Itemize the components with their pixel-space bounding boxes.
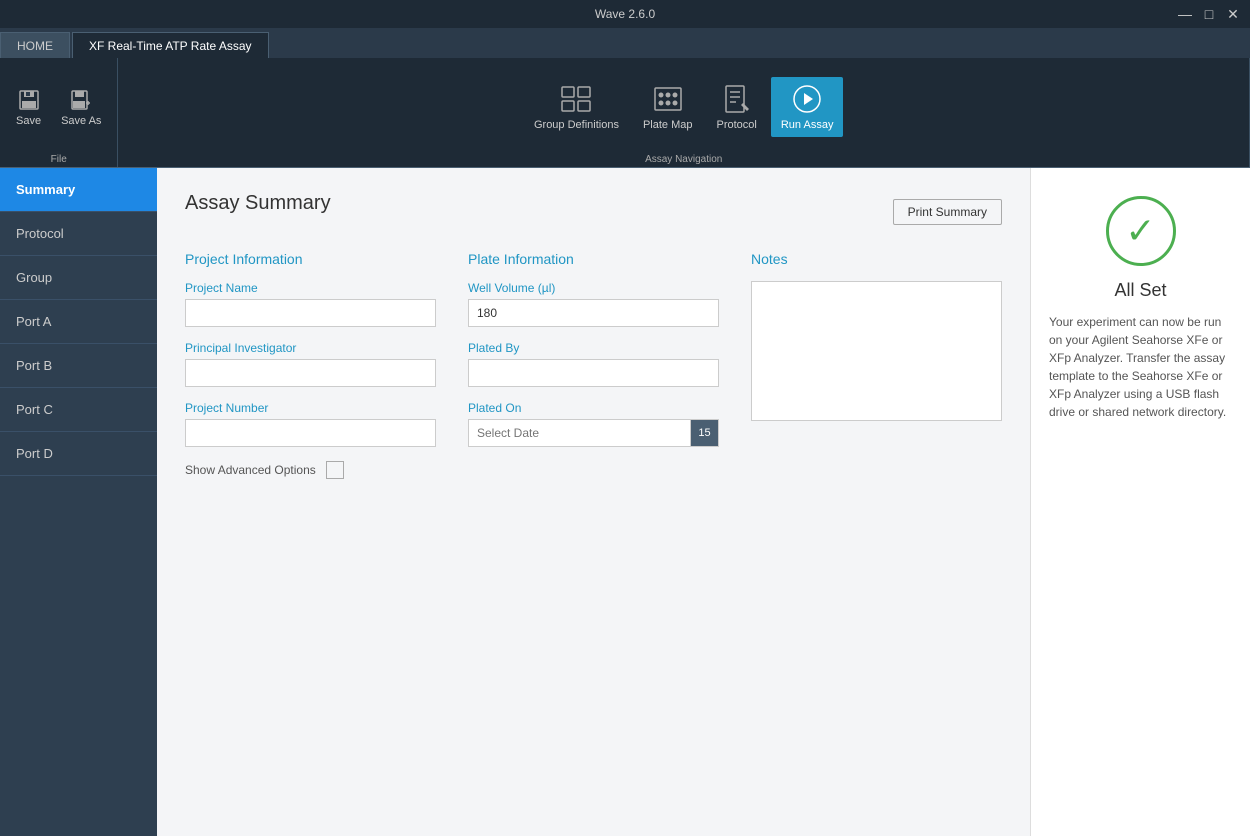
plated-by-field: Plated By <box>468 341 719 387</box>
project-info-section: Project Information Project Name Princip… <box>185 251 436 479</box>
page-title: Assay Summary <box>185 192 331 215</box>
plated-on-field: Plated On 15 <box>468 401 719 447</box>
principal-investigator-input[interactable] <box>185 359 436 387</box>
checkmark-icon: ✓ <box>1125 213 1155 249</box>
principal-investigator-label: Principal Investigator <box>185 341 436 355</box>
sidebar-item-summary[interactable]: Summary <box>0 168 157 212</box>
plate-info-section: Plate Information Well Volume (µl) Plate… <box>468 251 719 479</box>
save-icon <box>17 88 41 112</box>
all-set-description: Your experiment can now be run on your A… <box>1049 313 1232 421</box>
calendar-icon: 15 <box>698 427 710 439</box>
save-as-button[interactable]: Save As <box>53 84 109 131</box>
plate-map-button[interactable]: Plate Map <box>633 77 703 137</box>
ribbon-assay-nav-items: Group Definitions Plate Map <box>524 64 843 150</box>
advanced-options-checkbox[interactable] <box>326 461 344 479</box>
well-volume-field: Well Volume (µl) <box>468 281 719 327</box>
minimize-button[interactable]: — <box>1176 5 1194 23</box>
tab-xf-assay[interactable]: XF Real-Time ATP Rate Assay <box>72 32 269 58</box>
title-bar: Wave 2.6.0 — □ ✕ <box>0 0 1250 28</box>
ribbon-file-label: File <box>51 150 67 165</box>
assay-header: Assay Summary Print Summary <box>185 192 1002 231</box>
project-number-field: Project Number <box>185 401 436 447</box>
project-info-title: Project Information <box>185 251 436 267</box>
main-layout: Summary Protocol Group Port A Port B Por… <box>0 168 1250 836</box>
sections-row: Project Information Project Name Princip… <box>185 251 1002 479</box>
group-definitions-icon <box>560 83 592 115</box>
calendar-button[interactable]: 15 <box>691 419 719 447</box>
project-name-label: Project Name <box>185 281 436 295</box>
group-definitions-button[interactable]: Group Definitions <box>524 77 629 137</box>
project-name-field: Project Name <box>185 281 436 327</box>
well-volume-label: Well Volume (µl) <box>468 281 719 295</box>
sidebar-item-port-d[interactable]: Port D <box>0 432 157 476</box>
ribbon-assay-nav-group: Group Definitions Plate Map <box>118 58 1250 167</box>
app-title: Wave 2.6.0 <box>595 7 655 21</box>
plate-info-title: Plate Information <box>468 251 719 267</box>
maximize-button[interactable]: □ <box>1200 5 1218 23</box>
well-volume-input[interactable] <box>468 299 719 327</box>
advanced-options-row: Show Advanced Options <box>185 461 436 479</box>
protocol-button[interactable]: Protocol <box>707 77 767 137</box>
tab-home[interactable]: HOME <box>0 32 70 58</box>
right-panel: ✓ All Set Your experiment can now be run… <box>1030 168 1250 836</box>
advanced-options-label: Show Advanced Options <box>185 463 316 477</box>
tab-bar: HOME XF Real-Time ATP Rate Assay <box>0 28 1250 58</box>
project-number-input[interactable] <box>185 419 436 447</box>
protocol-icon <box>721 83 753 115</box>
sidebar-item-group[interactable]: Group <box>0 256 157 300</box>
ribbon-file-items: Save Save As <box>8 64 109 150</box>
content-area: Assay Summary Print Summary Project Info… <box>157 168 1030 836</box>
plated-by-label: Plated By <box>468 341 719 355</box>
sidebar-item-port-a[interactable]: Port A <box>0 300 157 344</box>
plate-map-icon <box>652 83 684 115</box>
project-name-input[interactable] <box>185 299 436 327</box>
plated-on-label: Plated On <box>468 401 719 415</box>
sidebar-item-port-c[interactable]: Port C <box>0 388 157 432</box>
plated-by-input[interactable] <box>468 359 719 387</box>
save-as-icon <box>69 88 93 112</box>
all-set-icon: ✓ <box>1106 196 1176 266</box>
notes-textarea[interactable] <box>751 281 1002 421</box>
date-wrapper: 15 <box>468 419 719 447</box>
ribbon: Save Save As File <box>0 58 1250 168</box>
sidebar-item-protocol[interactable]: Protocol <box>0 212 157 256</box>
save-button[interactable]: Save <box>8 84 49 131</box>
notes-section: Notes <box>751 251 1002 479</box>
principal-investigator-field: Principal Investigator <box>185 341 436 387</box>
run-assay-icon <box>791 83 823 115</box>
run-assay-button[interactable]: Run Assay <box>771 77 844 137</box>
ribbon-file-group: Save Save As File <box>0 58 118 167</box>
sidebar: Summary Protocol Group Port A Port B Por… <box>0 168 157 836</box>
print-summary-button[interactable]: Print Summary <box>893 199 1002 225</box>
sidebar-item-port-b[interactable]: Port B <box>0 344 157 388</box>
all-set-title: All Set <box>1114 280 1166 301</box>
window-controls: — □ ✕ <box>1176 5 1242 23</box>
plated-on-input[interactable] <box>468 419 691 447</box>
project-number-label: Project Number <box>185 401 436 415</box>
notes-title: Notes <box>751 251 1002 267</box>
close-button[interactable]: ✕ <box>1224 5 1242 23</box>
ribbon-assay-nav-label: Assay Navigation <box>645 150 722 165</box>
